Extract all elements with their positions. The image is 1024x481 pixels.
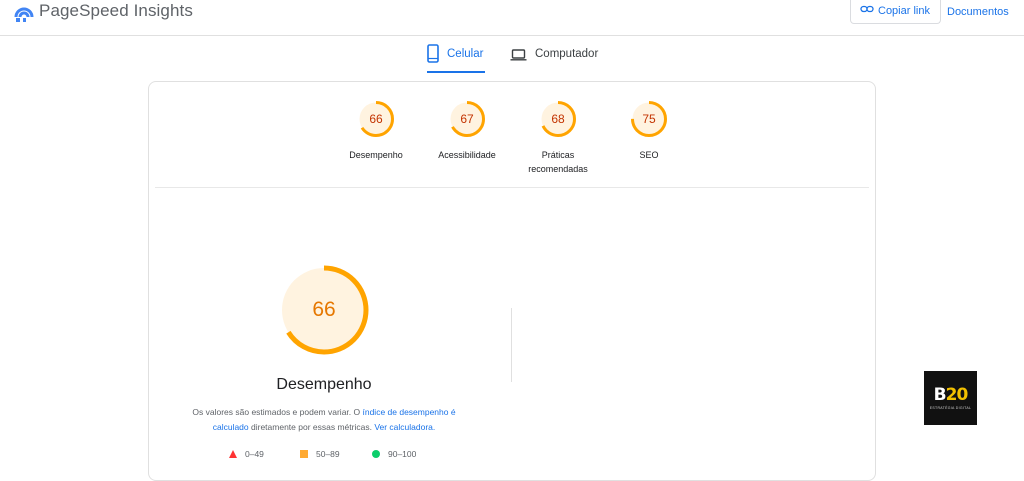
desc-text: Os valores são estimados e podem variar.… xyxy=(192,407,363,417)
gauge-accessibility[interactable]: 67 Acessibilidade xyxy=(422,100,512,162)
performance-description: Os valores são estimados e podem variar.… xyxy=(179,405,469,435)
copy-link-label: Copiar link xyxy=(878,4,930,17)
tab-mobile-label: Celular xyxy=(447,48,484,60)
score-label: Acessibilidade xyxy=(438,150,496,160)
score-value: 67 xyxy=(460,112,474,126)
link-icon xyxy=(860,4,874,17)
gauge-ring: 66 xyxy=(357,100,395,138)
score-label: SEO xyxy=(639,150,659,160)
legend-fail: 0–49 xyxy=(229,449,264,459)
tab-desktop-label: Computador xyxy=(535,48,599,60)
laptop-icon xyxy=(510,49,527,64)
gauge-seo[interactable]: 75 SEO xyxy=(604,100,694,162)
gauge-performance[interactable]: 66 Desempenho xyxy=(331,100,421,162)
gauge-ring: 67 xyxy=(448,100,486,138)
b20-logo: B20 ESTRATÉGIA DIGITAL xyxy=(924,371,977,425)
smartphone-icon xyxy=(427,44,439,66)
legend-pass: 90–100 xyxy=(372,449,416,459)
badge-subtitle: ESTRATÉGIA DIGITAL xyxy=(929,406,972,410)
device-tabs: Celular Computador xyxy=(0,44,1024,74)
score-legend: 0–49 50–89 90–100 xyxy=(229,449,439,463)
legend-range: 50–89 xyxy=(316,449,340,459)
badge-20: 20 xyxy=(945,385,969,405)
score-value: 68 xyxy=(551,112,565,126)
top-bar: PageSpeed Insights Copiar link Documento… xyxy=(0,0,1024,36)
badge-b: B xyxy=(933,385,947,405)
circle-icon xyxy=(372,450,380,458)
score-label: Práticas recomendadas xyxy=(528,150,588,174)
legend-range: 90–100 xyxy=(388,449,417,459)
gauge-ring: 68 xyxy=(539,100,577,138)
docs-link[interactable]: Documentos xyxy=(947,6,1009,18)
report-card: 66 Desempenho 67 Acessibilidade 68 Práti… xyxy=(148,81,876,481)
legend-average: 50–89 xyxy=(300,449,340,459)
performance-title: Desempenho xyxy=(276,376,372,393)
desc-text: diretamente por essas métricas. xyxy=(248,422,375,432)
score-value: 66 xyxy=(369,112,383,126)
score-label: Desempenho xyxy=(349,150,403,160)
vertical-divider xyxy=(511,308,512,382)
tab-desktop[interactable]: Computador xyxy=(510,44,598,73)
app-title: PageSpeed Insights xyxy=(39,1,193,20)
legend-range: 0–49 xyxy=(245,449,264,459)
pagespeed-logo-icon xyxy=(14,3,34,23)
performance-score: 66 xyxy=(312,298,336,321)
gauge-ring: 75 xyxy=(630,100,668,138)
copy-link-button[interactable]: Copiar link xyxy=(850,0,941,24)
performance-gauge: 66 xyxy=(278,264,370,356)
score-gauges: 66 Desempenho 67 Acessibilidade 68 Práti… xyxy=(149,82,875,187)
tab-mobile[interactable]: Celular xyxy=(427,44,485,73)
calculator-link[interactable]: Ver calculadora. xyxy=(374,422,435,432)
section-divider xyxy=(155,187,869,188)
square-icon xyxy=(300,450,308,458)
triangle-icon xyxy=(229,450,237,458)
score-value: 75 xyxy=(642,112,656,126)
gauge-best-practices[interactable]: 68 Práticas recomendadas xyxy=(513,100,603,176)
